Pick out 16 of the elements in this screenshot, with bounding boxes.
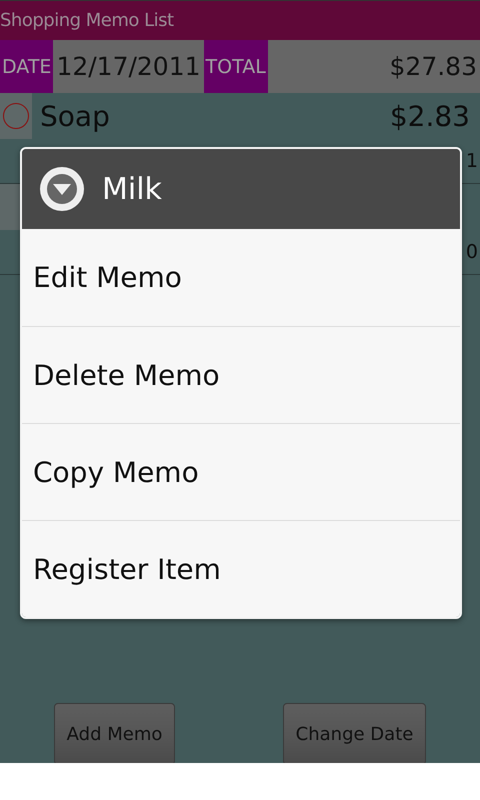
memo-price: $2.83 bbox=[390, 100, 470, 132]
menu-item[interactable]: Copy Memo bbox=[22, 423, 460, 520]
total-value: $27.83 bbox=[388, 51, 478, 83]
menu-item[interactable]: Register Item bbox=[22, 520, 460, 617]
memo-quantity: 0 bbox=[466, 241, 478, 263]
menu-title: Milk bbox=[102, 172, 162, 206]
total-label: TOTAL bbox=[204, 40, 268, 93]
date-label: DATE bbox=[0, 40, 54, 93]
app-title: Shopping Memo List bbox=[0, 10, 174, 31]
dropdown-icon bbox=[38, 165, 86, 213]
memo-quantity: 1 bbox=[466, 150, 478, 172]
radio-button[interactable] bbox=[3, 103, 29, 129]
date-value: 12/17/2011 bbox=[55, 51, 202, 83]
memo-name: Soap bbox=[40, 100, 111, 132]
menu-item[interactable]: Delete Memo bbox=[22, 326, 460, 423]
menu-item[interactable]: Edit Memo bbox=[22, 229, 460, 326]
